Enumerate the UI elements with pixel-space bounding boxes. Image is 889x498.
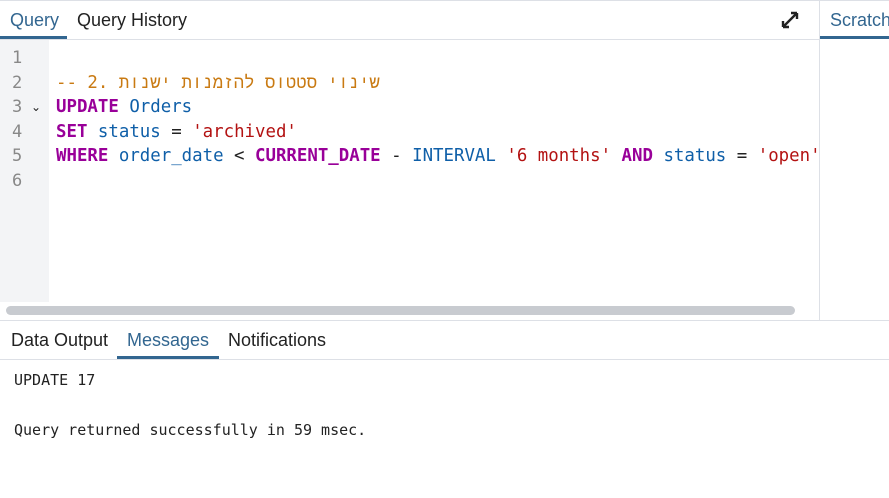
operator: = [736, 146, 748, 167]
identifier: INTERVAL [412, 146, 496, 167]
scratch-pad-panel: Scratch [819, 0, 889, 320]
tab-query-history[interactable]: Query History [77, 1, 187, 39]
fold-chevron-icon[interactable]: ⌄ [31, 100, 41, 114]
keyword: UPDATE [56, 97, 119, 118]
keyword: CURRENT_DATE [255, 146, 381, 167]
operator: - [391, 146, 402, 167]
string: '6 months' [506, 146, 612, 167]
line-number: 4 [12, 122, 23, 142]
sql-code[interactable]: ​-- 2. שינוי סטטוס להזמנות ישנותUPDATE O… [56, 46, 821, 194]
line-number: 2 [12, 73, 23, 93]
message-line: Query returned successfully in 59 msec. [14, 421, 367, 439]
output-panel: Data Output Messages Notifications UPDAT… [0, 320, 889, 498]
tab-scratch[interactable]: Scratch [820, 1, 889, 39]
tab-query[interactable]: Query [0, 1, 67, 39]
line-number: 3 [12, 97, 23, 117]
keyword: AND [621, 146, 653, 167]
operator: = [171, 121, 182, 142]
tab-notifications[interactable]: Notifications [228, 321, 326, 359]
identifier: Orders [129, 97, 193, 118]
message-line: UPDATE 17 [14, 371, 96, 389]
string: 'open' [757, 146, 821, 167]
line-number: 5 [12, 146, 23, 166]
identifier: status [97, 121, 161, 142]
operator: < [234, 146, 245, 167]
string: 'archived' [192, 121, 297, 142]
output-tabs: Data Output Messages Notifications [0, 321, 889, 360]
editor-tabs: Query Query History [0, 1, 819, 40]
line-number: 1 [12, 48, 23, 68]
tab-messages[interactable]: Messages [117, 321, 220, 359]
code-comment: -- 2. שינוי סטטוס להזמנות ישנות [56, 72, 380, 93]
line-gutter: 1 2 3 ⌄ 4 5 6 [0, 40, 49, 302]
keyword: SET [56, 121, 88, 142]
identifier: status [663, 146, 727, 167]
tab-data-output[interactable]: Data Output [11, 321, 108, 359]
keyword: WHERE [56, 146, 109, 167]
identifier: order_date [118, 146, 224, 167]
expand-icon[interactable] [780, 10, 800, 30]
query-editor-panel: Query Query History 1 2 3 ⌄ 4 5 6 ​-- 2.… [0, 0, 821, 320]
line-number: 6 [12, 171, 23, 191]
horizontal-scrollbar[interactable] [6, 306, 795, 315]
